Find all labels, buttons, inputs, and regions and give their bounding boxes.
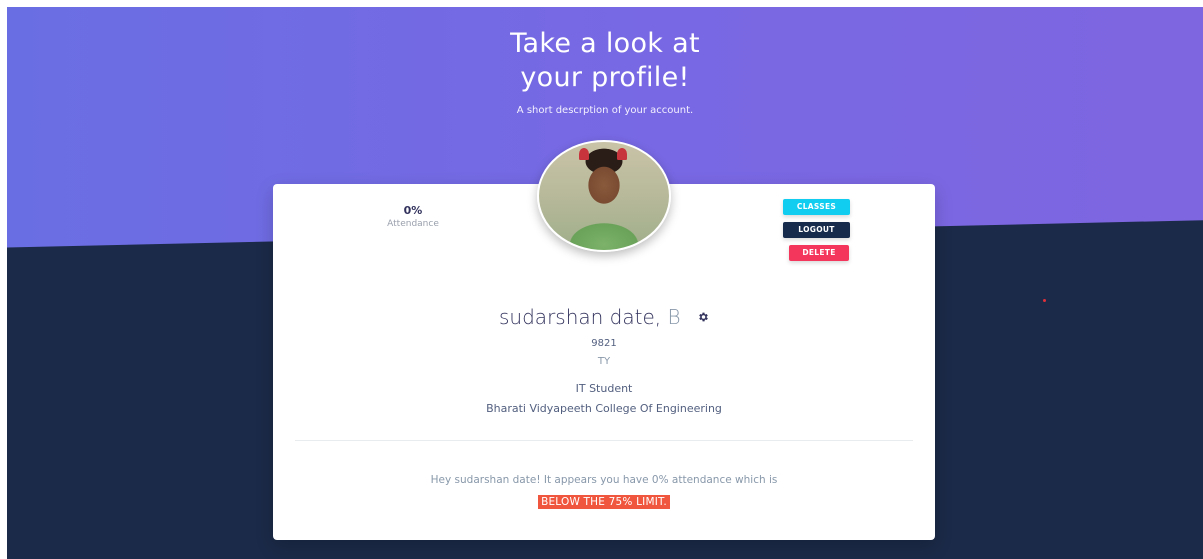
academic-year: TY — [597, 356, 611, 367]
profile-role: IT Student — [575, 382, 633, 395]
name-separator: , — [654, 305, 662, 329]
divider — [295, 440, 913, 441]
attendance-label: Attendance — [387, 219, 439, 229]
gear-icon[interactable] — [697, 311, 709, 323]
profile-name: sudarshan date — [499, 305, 655, 329]
attendance-value: 0% — [403, 204, 423, 217]
hero-title-line-2: your profile! — [520, 62, 690, 93]
classes-button[interactable]: CLASSES — [783, 199, 850, 215]
page-frame: Take a look at your profile! A short des… — [7, 7, 1203, 559]
attendance-stat: 0% Attendance — [353, 204, 473, 229]
attendance-warning-row: BELOW THE 75% LIMIT. — [273, 490, 935, 509]
profile-card: 0% Attendance CLASSES LOGOUT DELETE suda… — [273, 140, 935, 540]
decorative-dot — [1043, 299, 1046, 302]
attendance-warning: BELOW THE 75% LIMIT. — [538, 495, 670, 509]
logout-button[interactable]: LOGOUT — [783, 222, 850, 238]
headband-horn-left — [579, 148, 589, 160]
delete-button[interactable]: DELETE — [789, 245, 849, 261]
profile-initial: B — [667, 305, 681, 329]
avatar — [537, 140, 671, 252]
attendance-message: Hey sudarshan date! It appears you have … — [430, 474, 778, 486]
hero-subtitle: A short descrption of your account. — [516, 105, 694, 116]
profile-name-row: sudarshan date, B — [273, 305, 935, 329]
college-name: Bharati Vidyapeeth College Of Engineerin… — [486, 402, 722, 415]
headband-horn-right — [617, 148, 627, 160]
roll-number: 9821 — [591, 338, 617, 349]
hero-title: Take a look at your profile! — [7, 27, 1203, 95]
hero-title-line-1: Take a look at — [510, 28, 700, 59]
